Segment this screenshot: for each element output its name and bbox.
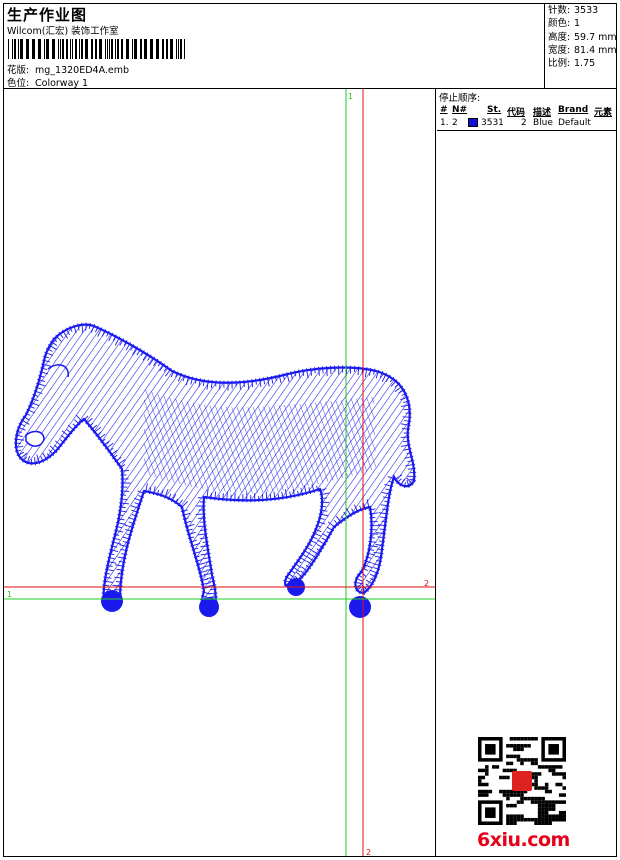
col-description: 描述 xyxy=(533,108,552,118)
stat-value: 1 xyxy=(574,18,581,30)
design-row: 花版: mg_1320ED4A.emb xyxy=(7,62,129,76)
col-needle: N# xyxy=(452,105,468,115)
col-index: # xyxy=(440,105,448,115)
green-v-guide-label: 1 xyxy=(348,92,353,101)
col-stitches: St. xyxy=(487,105,502,115)
stat-height: 高度: 59.7 mm xyxy=(546,31,617,44)
header-info: 生产作业图 Wilcom(汇宏) 装饰工作室 花版: mg_1320ED4A.em… xyxy=(4,4,545,89)
stat-width: 宽度: 81.4 mm xyxy=(546,44,617,57)
row-index: 1. xyxy=(440,118,449,128)
production-worksheet: 生产作业图 Wilcom(汇宏) 装饰工作室 花版: mg_1320ED4A.em… xyxy=(3,3,617,857)
row-description: Blue xyxy=(533,118,553,128)
stat-label: 比例: xyxy=(548,58,571,70)
col-element: 元素 xyxy=(594,108,613,118)
row-needle: 2 xyxy=(452,118,458,128)
design-preview[interactable]: 1 1 2 2 xyxy=(4,89,436,856)
col-brand: Brand xyxy=(558,105,589,115)
horse-embroidery xyxy=(13,322,417,618)
table-header: # N# St. 代码 描述 Brand 元素 xyxy=(437,105,616,118)
design-svg: 1 1 2 2 xyxy=(4,89,435,856)
green-h-guide-label: 1 xyxy=(7,590,12,599)
red-v-guide-label: 2 xyxy=(366,848,371,856)
page-title: 生产作业图 xyxy=(7,6,88,24)
colorway-row: 色位: Colorway 1 xyxy=(7,75,88,89)
col-code: 代码 xyxy=(507,108,526,118)
stat-value: 3533 xyxy=(574,5,599,16)
barcode xyxy=(8,39,185,59)
stat-value: 1.75 xyxy=(574,58,596,70)
stat-label: 高度: xyxy=(548,31,571,43)
stat-value: 59.7 mm xyxy=(574,31,617,43)
row-stitches: 3531 xyxy=(481,118,504,128)
panel-divider xyxy=(437,130,616,131)
stat-label: 针数: xyxy=(548,5,571,16)
stat-scale: 比例: 1.75 xyxy=(546,57,616,70)
colorway-label: 色位: xyxy=(7,78,30,89)
company-name: Wilcom(汇宏) 装饰工作室 xyxy=(7,26,119,37)
row-code: 2 xyxy=(521,118,527,128)
stat-value: 81.4 mm xyxy=(574,44,617,56)
stat-label: 宽度: xyxy=(548,44,571,56)
design-stats: 针数: 3533 颜色: 1 高度: 59.7 mm 宽度: 81.4 mm 比例: 1.… xyxy=(546,4,617,88)
qr-code xyxy=(478,737,566,825)
row-brand: Default xyxy=(558,118,591,128)
stat-stitches: 针数: 3533 xyxy=(546,4,616,17)
stat-label: 颜色: xyxy=(548,18,571,30)
watermark-logo: 6xiu.com xyxy=(477,829,570,851)
stat-colors: 颜色: 1 xyxy=(546,17,616,30)
red-h-guide-label: 2 xyxy=(424,579,429,588)
design-label: 花版: xyxy=(7,65,30,76)
stop-sequence-title: 停止顺序: xyxy=(439,93,481,104)
